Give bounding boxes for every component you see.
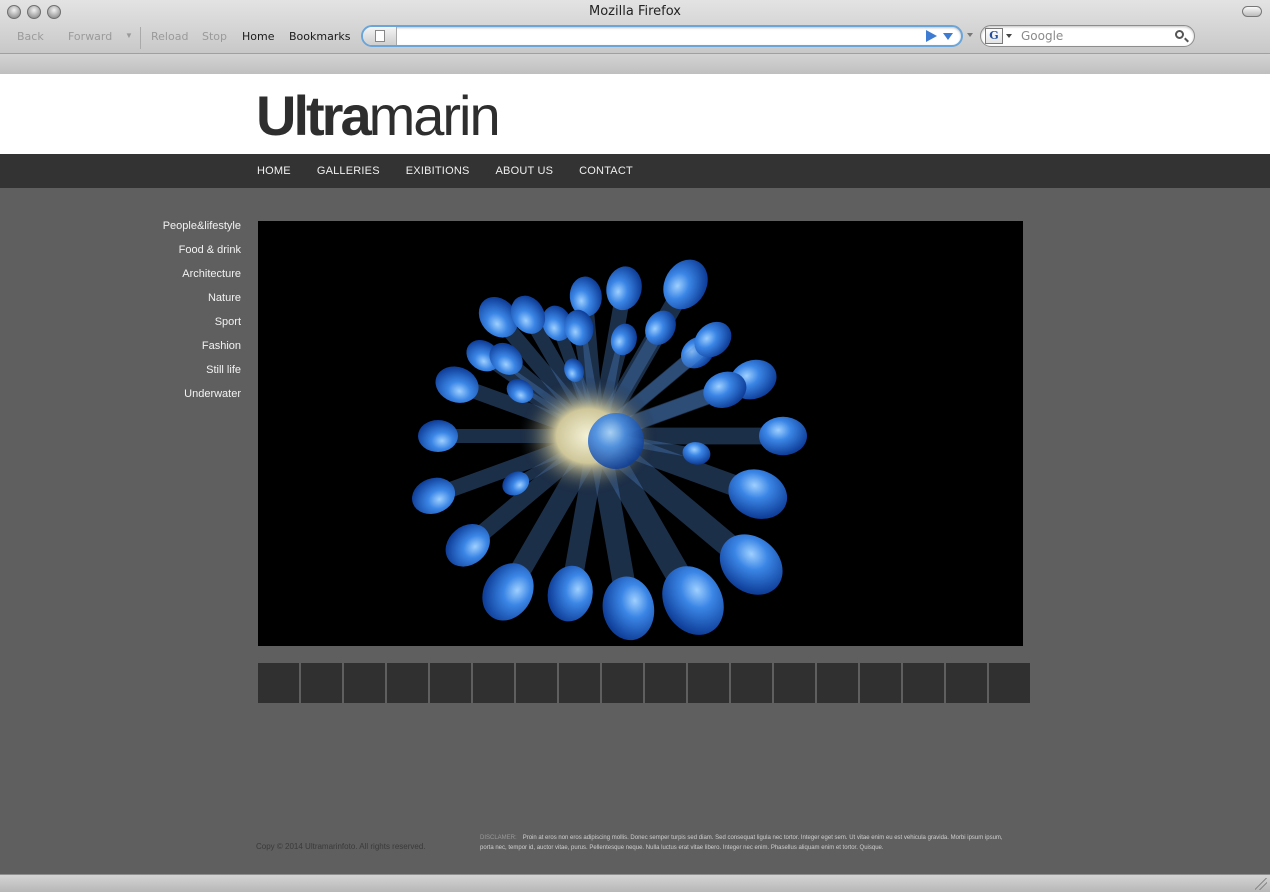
back-button[interactable]: Back [17, 30, 44, 43]
gallery-thumbnail[interactable] [602, 663, 643, 703]
gallery-thumbnail[interactable] [860, 663, 901, 703]
logo-light-part: marin [368, 84, 501, 147]
footer-disclaimer: DISCLAMER: Proin at eros non eros adipisc… [480, 833, 1010, 853]
tentacle-tip [418, 420, 458, 452]
toolbar-toggle-button[interactable] [1242, 6, 1262, 17]
tentacle-tip [759, 416, 807, 456]
window-title: Mozilla Firefox [589, 4, 681, 19]
go-arrow-icon[interactable] [926, 30, 937, 42]
gallery-thumbnail[interactable] [430, 663, 471, 703]
anemone-illustration [258, 221, 1023, 646]
gallery-thumbnail[interactable] [645, 663, 686, 703]
gallery-thumbnail[interactable] [344, 663, 385, 703]
search-icon[interactable] [1175, 30, 1184, 39]
gallery-thumbnail[interactable] [258, 663, 299, 703]
disclaimer-text: Proin at eros non eros adipiscing mollis… [480, 835, 1003, 851]
nav-item-contact[interactable]: CONTACT [579, 165, 633, 177]
toolbar-caret-icon [967, 33, 973, 37]
gallery-thumbnail[interactable] [817, 663, 858, 703]
anemone-center-bulb [588, 413, 644, 469]
search-input[interactable] [1021, 28, 1171, 44]
browser-chrome: Mozilla Firefox Back Forward ▼ Reload St… [0, 0, 1270, 74]
site-logo[interactable]: Ultramarin [256, 84, 501, 147]
category-architecture[interactable]: Architecture [120, 267, 241, 291]
gallery-thumbnail[interactable] [301, 663, 342, 703]
search-engine-icon[interactable]: G [985, 28, 1003, 44]
navigation-toolbar: Back Forward ▼ Reload Stop Home Bookmark… [0, 27, 360, 49]
gallery-thumbnail[interactable] [946, 663, 987, 703]
site-header: Ultramarin [0, 74, 1270, 154]
reload-button[interactable]: Reload [151, 30, 188, 43]
category-nature[interactable]: Nature [120, 291, 241, 315]
home-button[interactable]: Home [242, 30, 274, 43]
gallery-thumbnail[interactable] [688, 663, 729, 703]
thumbnail-strip [258, 663, 1030, 703]
footer-copyright: Copy © 2014 Ultramarinfoto. All rights r… [256, 842, 426, 851]
nav-item-galleries[interactable]: GALLERIES [317, 165, 380, 177]
forward-button[interactable]: Forward [68, 30, 112, 43]
toolbar-separator [140, 27, 141, 49]
url-input[interactable] [399, 28, 919, 44]
search-bar[interactable]: G [980, 25, 1195, 47]
bookmarks-button[interactable]: Bookmarks [289, 30, 350, 43]
gallery-thumbnail[interactable] [731, 663, 772, 703]
bookmarks-toolbar [0, 53, 1270, 74]
category-people-lifestyle[interactable]: People&lifestyle [120, 219, 241, 243]
nav-item-home[interactable]: HOME [257, 165, 291, 177]
url-history-dropdown-icon[interactable] [943, 33, 953, 40]
gallery-thumbnail[interactable] [989, 663, 1030, 703]
url-bar[interactable] [361, 25, 963, 47]
history-dropdown-icon[interactable]: ▼ [125, 31, 133, 40]
category-sport[interactable]: Sport [120, 315, 241, 339]
logo-bold-part: Ultra [256, 84, 372, 147]
status-bar [0, 874, 1270, 892]
gallery-thumbnail[interactable] [516, 663, 557, 703]
nav-item-about-us[interactable]: ABOUT US [496, 165, 554, 177]
page-icon [375, 30, 385, 42]
category-food-drink[interactable]: Food & drink [120, 243, 241, 267]
gallery-thumbnail[interactable] [559, 663, 600, 703]
engine-caret-icon[interactable] [1006, 34, 1012, 38]
category-underwater[interactable]: Underwater [120, 387, 241, 411]
nav-item-exibitions[interactable]: EXIBITIONS [406, 165, 470, 177]
gallery-thumbnail[interactable] [387, 663, 428, 703]
hero-photo[interactable] [258, 221, 1023, 646]
category-still-life[interactable]: Still life [120, 363, 241, 387]
title-bar: Mozilla Firefox [0, 0, 1270, 22]
main-content: People&lifestyle Food & drink Architectu… [0, 188, 1270, 874]
category-menu: People&lifestyle Food & drink Architectu… [120, 219, 241, 411]
stop-button[interactable]: Stop [202, 30, 227, 43]
gallery-thumbnail[interactable] [473, 663, 514, 703]
gallery-thumbnail[interactable] [774, 663, 815, 703]
gallery-thumbnail[interactable] [903, 663, 944, 703]
resize-grip-icon[interactable] [1255, 878, 1267, 890]
disclaimer-label: DISCLAMER: [480, 835, 517, 841]
site-identity-button[interactable] [363, 27, 397, 45]
category-fashion[interactable]: Fashion [120, 339, 241, 363]
main-navigation: HOME GALLERIES EXIBITIONS ABOUT US CONTA… [0, 154, 1270, 188]
